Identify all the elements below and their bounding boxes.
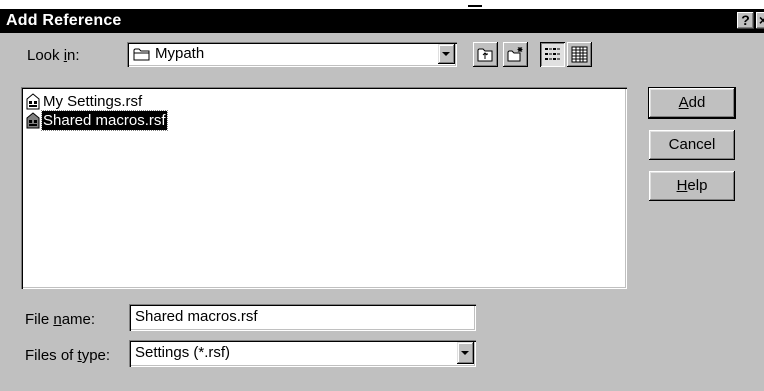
list-view-button[interactable] [540, 42, 565, 67]
create-new-folder-button[interactable] [503, 42, 528, 67]
files-of-type-dropdown-button[interactable] [457, 342, 474, 364]
look-in-label: Look in: [27, 47, 80, 65]
add-button-label: dd [688, 94, 706, 111]
background-mark [468, 5, 482, 7]
window-title: Add Reference [6, 12, 122, 29]
up-one-level-button[interactable] [473, 42, 498, 67]
file-list[interactable]: My Settings.rsf Shared macros.rsf [21, 87, 627, 289]
file-name-field-label: File name: [25, 311, 95, 329]
look-in-label-text-end: n: [67, 47, 80, 64]
chevron-down-icon [442, 52, 450, 56]
background-strip [0, 0, 764, 9]
look-in-value: Mypath [155, 45, 205, 62]
file-name-label-text: File [25, 311, 54, 328]
folder-icon [133, 48, 150, 61]
files-of-type-value: Settings (*.rsf) [135, 344, 231, 361]
file-name-label-text-end: ame: [61, 311, 96, 328]
file-name-label: My Settings.rsf [43, 93, 143, 110]
help-button-label: elp [687, 177, 708, 194]
list-view-icon [545, 48, 560, 60]
files-of-type-label: Files of type: [25, 347, 110, 365]
create-new-folder-icon [507, 47, 523, 62]
look-in-dropdown-button[interactable] [438, 44, 455, 64]
files-of-type-combo[interactable]: Settings (*.rsf) [129, 340, 476, 367]
add-reference-dialog: Add Reference ? × Look in: Mypath My Set… [0, 0, 764, 391]
file-name-label: Shared macros.rsf [41, 110, 168, 131]
details-view-icon [571, 46, 588, 63]
look-in-label-text: Look [27, 47, 64, 64]
settings-file-icon [26, 93, 40, 110]
details-view-button[interactable] [567, 42, 592, 67]
add-button-accelerator: A [678, 94, 689, 111]
file-type-label-text-end: ype: [81, 347, 111, 364]
up-one-level-icon [477, 48, 493, 62]
file-name-value: Shared macros.rsf [135, 308, 258, 325]
file-type-label-text: Files of [25, 347, 78, 364]
close-button[interactable]: × [756, 12, 764, 29]
add-button[interactable]: Add [649, 88, 735, 118]
help-button[interactable]: Help [649, 171, 735, 201]
look-in-combo[interactable]: Mypath [127, 42, 457, 67]
file-name-label-accelerator: n [53, 311, 62, 328]
help-button-accelerator: H [676, 177, 688, 194]
help-question-button[interactable]: ? [737, 12, 754, 29]
file-name-input[interactable]: Shared macros.rsf [129, 304, 476, 331]
chevron-down-icon [461, 351, 469, 355]
settings-file-icon [26, 112, 40, 129]
title-bar[interactable]: Add Reference ? × [0, 9, 764, 33]
cancel-button[interactable]: Cancel [649, 130, 735, 160]
